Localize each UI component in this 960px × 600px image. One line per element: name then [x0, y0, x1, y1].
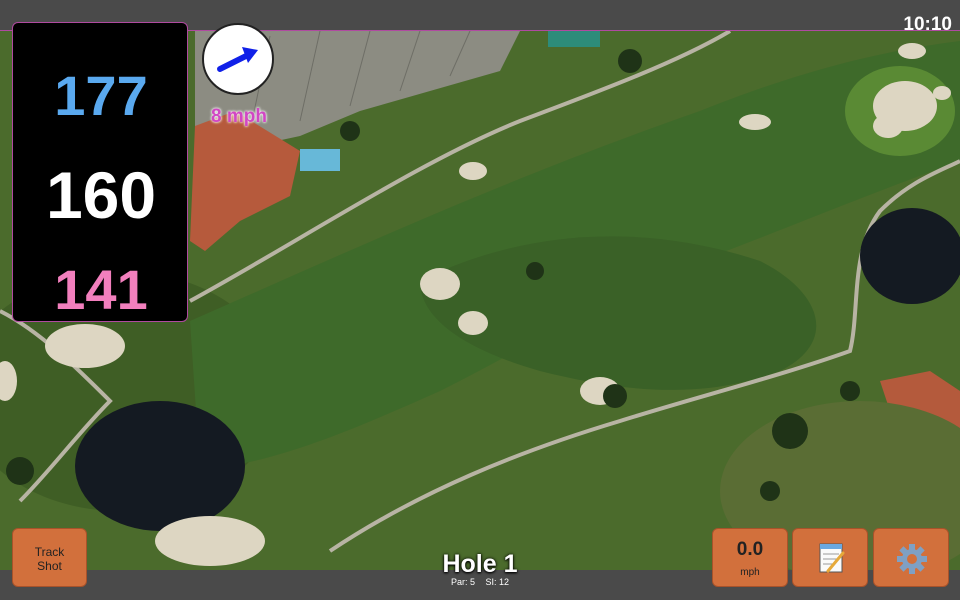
arrow-right-icon: [217, 47, 258, 72]
clock: 10:10: [903, 14, 952, 35]
speed-value: 0.0: [736, 539, 764, 560]
track-shot-button[interactable]: Track Shot: [12, 528, 87, 587]
speed-unit: mph: [740, 567, 760, 578]
speed-button[interactable]: 0.0 mph: [712, 528, 788, 587]
stroke-index-label: SI: 12: [485, 577, 510, 587]
distance-panel: 177 160 141: [12, 22, 188, 322]
track-shot-label-line1: Track: [34, 545, 65, 559]
middle-distance: 160: [45, 158, 157, 232]
track-shot-label-line2: Shot: [37, 559, 62, 573]
settings-button[interactable]: [873, 528, 949, 587]
par-label: Par: 5: [450, 577, 475, 587]
notepad-icon: [819, 543, 845, 573]
front-distance: 141: [54, 258, 148, 321]
wind-direction-dial: [202, 23, 274, 95]
hole-info: Par: 5 SI: 12: [380, 577, 580, 587]
hole-title: Hole 1: [442, 550, 518, 578]
back-distance: 177: [54, 64, 148, 127]
notes-button[interactable]: [792, 528, 868, 587]
gear-icon: [897, 544, 927, 574]
wind-speed-label: 8 mph: [211, 106, 267, 127]
